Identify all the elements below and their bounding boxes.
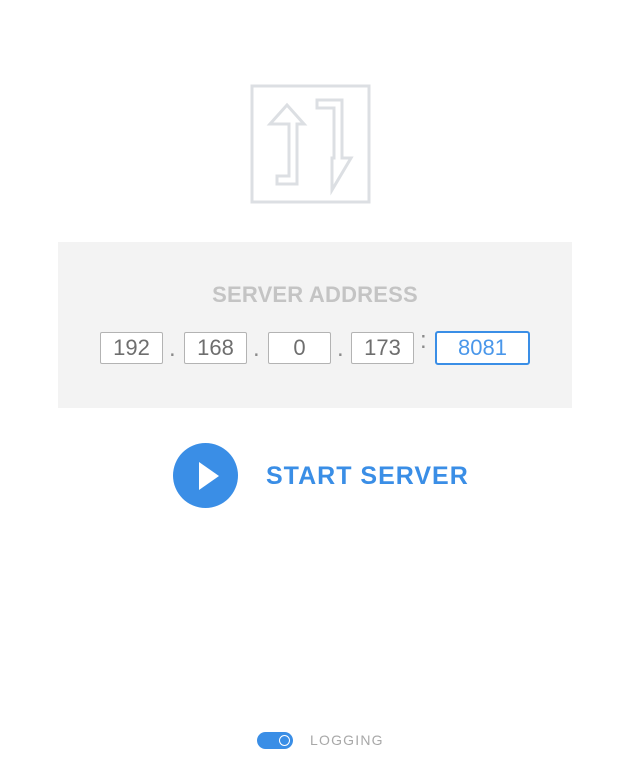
port-colon-separator: : xyxy=(420,327,427,354)
ip-octet-2-input[interactable] xyxy=(184,332,247,364)
ip-octet-3-input[interactable] xyxy=(268,332,331,364)
play-button-circle[interactable] xyxy=(173,443,238,508)
transfer-arrows-icon xyxy=(250,84,371,204)
ip-octet-4-input[interactable] xyxy=(351,332,414,364)
logging-label: LOGGING xyxy=(310,732,384,748)
start-server-button[interactable]: START SERVER xyxy=(173,443,468,509)
ip-dot-separator: . xyxy=(253,335,260,362)
play-icon xyxy=(199,462,219,490)
port-input[interactable] xyxy=(435,331,530,365)
ip-octet-1-input[interactable] xyxy=(100,332,163,364)
logging-toggle[interactable] xyxy=(257,732,293,749)
start-server-label[interactable]: START SERVER xyxy=(266,462,469,491)
ip-dot-separator: . xyxy=(169,335,176,362)
server-address-title: SERVER ADDRESS xyxy=(212,282,418,307)
toggle-knob xyxy=(279,735,290,746)
app-logo xyxy=(250,84,371,204)
server-address-panel: SERVER ADDRESS . . . : xyxy=(58,242,572,408)
ip-dot-separator: . xyxy=(337,335,344,362)
ip-address-row: . . . : xyxy=(58,328,572,366)
logging-control: LOGGING xyxy=(257,730,397,750)
